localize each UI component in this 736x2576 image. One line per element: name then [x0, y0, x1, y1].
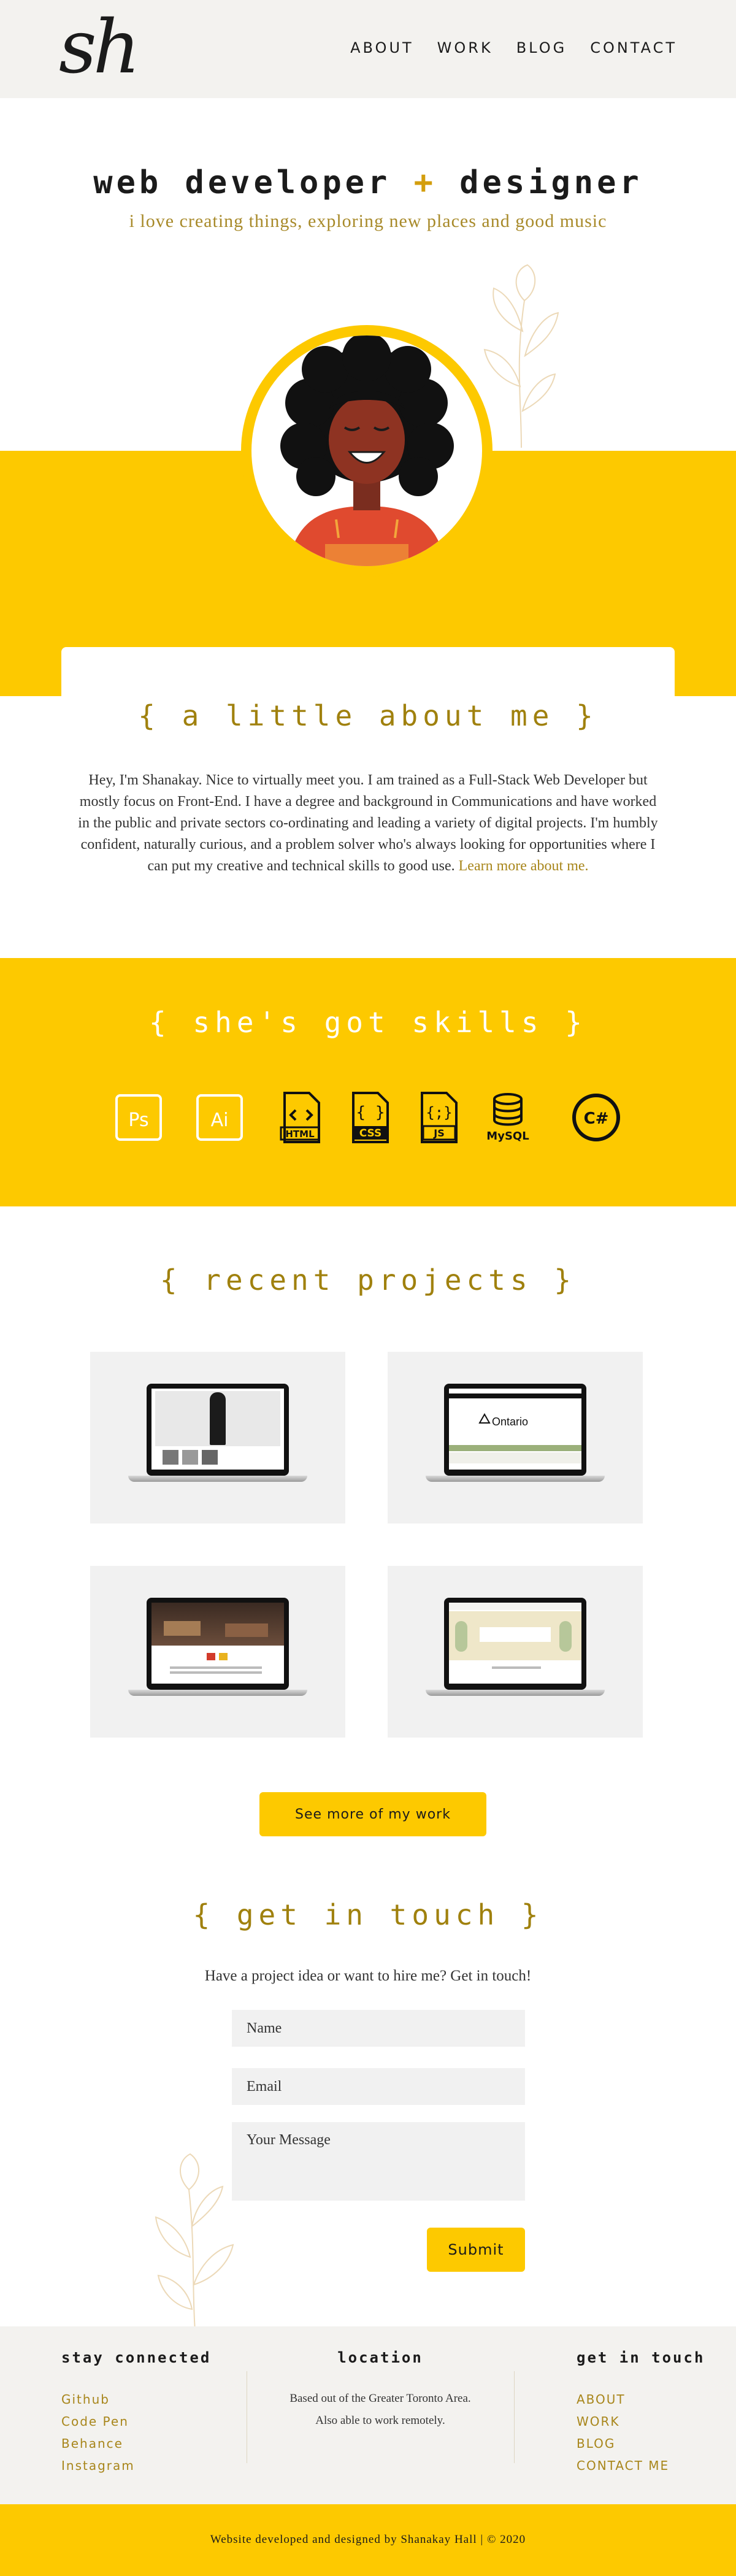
- learn-more-link[interactable]: Learn more about me.: [459, 858, 589, 874]
- skill-label: JS: [433, 1127, 444, 1139]
- contact-title: { get in touch }: [193, 1898, 543, 1931]
- screen-fashion-site: [151, 1389, 284, 1470]
- nav-contact[interactable]: CONTACT: [590, 39, 677, 56]
- project-card-fashion[interactable]: [90, 1352, 345, 1524]
- contact-lead-text: Have a project idea or want to hire me? …: [204, 1968, 532, 1984]
- see-more-work-button[interactable]: See more of my work: [259, 1792, 486, 1836]
- footer-location-line1: Based out of the Greater Toronto Area.: [289, 2392, 471, 2405]
- laptop-base: [128, 1690, 307, 1696]
- laptop-screen: [147, 1384, 289, 1476]
- skill-label: CSS: [359, 1127, 382, 1140]
- name-field[interactable]: [232, 2010, 525, 2047]
- skill-label: MySQL: [486, 1130, 529, 1143]
- screen-ontario-site: Ontario: [449, 1389, 581, 1470]
- hero-title-plus: +: [413, 164, 437, 201]
- laptop-screen: [147, 1598, 289, 1690]
- hero-title-left: web developer: [93, 164, 391, 201]
- flower-illustration: [483, 264, 559, 448]
- footer-location-title: location: [337, 2349, 423, 2366]
- skills-title: { she's got skills }: [149, 1006, 587, 1039]
- projects-title: { recent projects }: [159, 1263, 577, 1297]
- csharp-icon: C#: [572, 1094, 620, 1141]
- laptop-base: [426, 1476, 605, 1482]
- hero-subtitle: i love creating things, exploring new pl…: [129, 211, 607, 231]
- html-file-icon: HTML: [280, 1092, 320, 1143]
- footer-link-about[interactable]: ABOUT: [577, 2392, 626, 2407]
- footer-link-codepen[interactable]: Code Pen: [61, 2414, 129, 2429]
- footer-get-in-touch-title: get in touch: [577, 2349, 705, 2366]
- hero-title-right: designer: [459, 164, 643, 201]
- avatar: [251, 335, 482, 566]
- svg-text:{ }: { }: [356, 1103, 385, 1122]
- skills-section: [0, 958, 736, 1206]
- skill-label: Ps: [128, 1110, 148, 1131]
- footer-divider: [514, 2371, 515, 2463]
- js-file-icon: {;} JS: [421, 1092, 458, 1143]
- skill-label: C#: [584, 1110, 609, 1128]
- main-nav: ABOUT WORK BLOG CONTACT: [350, 39, 677, 56]
- skills-icons-row: Ps Ai HTML { } CSS {;} JS MySQL C#: [114, 1092, 629, 1143]
- copyright-text: Website developed and designed by Shanak…: [210, 2533, 526, 2546]
- message-field[interactable]: [232, 2122, 525, 2201]
- footer-link-contact-me[interactable]: CONTACT ME: [577, 2458, 669, 2473]
- footer-link-blog[interactable]: BLOG: [577, 2436, 615, 2451]
- svg-text:{;}: {;}: [426, 1104, 452, 1121]
- footer-link-work[interactable]: WORK: [577, 2414, 620, 2429]
- css-file-icon: { } CSS: [352, 1092, 389, 1143]
- flower-illustration: [155, 2153, 234, 2331]
- footer-link-instagram[interactable]: Instagram: [61, 2458, 135, 2473]
- ontario-trillium-icon: [478, 1413, 491, 1424]
- skill-label: HTML: [285, 1129, 315, 1140]
- footer-stay-connected-title: stay connected: [61, 2349, 212, 2366]
- project-card-ontario[interactable]: Ontario: [388, 1352, 643, 1524]
- laptop-base: [426, 1690, 605, 1696]
- site-logo[interactable]: sh: [59, 5, 140, 91]
- skill-label: Ai: [211, 1110, 229, 1131]
- footer-location-line2: Also able to work remotely.: [315, 2414, 445, 2427]
- screen-restaurant-site: [151, 1603, 284, 1684]
- project-card-garden[interactable]: [388, 1566, 643, 1738]
- about-title: { a little about me }: [138, 699, 598, 732]
- nav-work[interactable]: WORK: [437, 39, 493, 56]
- avatar-illustration: [280, 335, 454, 566]
- screen-garden-site: [449, 1603, 581, 1684]
- nav-about[interactable]: ABOUT: [350, 39, 414, 56]
- laptop-screen: [444, 1598, 586, 1690]
- hero-title: web developer + designer: [0, 164, 736, 201]
- illustrator-icon: Ai: [196, 1094, 243, 1141]
- project-card-restaurant[interactable]: [90, 1566, 345, 1738]
- footer-link-github[interactable]: Github: [61, 2392, 110, 2407]
- ontario-logo-text: Ontario: [492, 1416, 529, 1428]
- mysql-icon: MySQL: [486, 1093, 529, 1143]
- about-paragraph: Hey, I'm Shanakay. Nice to virtually mee…: [74, 770, 662, 877]
- nav-blog[interactable]: BLOG: [516, 39, 567, 56]
- footer-link-behance[interactable]: Behance: [61, 2436, 123, 2451]
- email-field[interactable]: [232, 2068, 525, 2105]
- laptop-screen: Ontario: [444, 1384, 586, 1476]
- photoshop-icon: Ps: [115, 1094, 162, 1141]
- laptop-base: [128, 1476, 307, 1482]
- submit-button[interactable]: Submit: [427, 2228, 525, 2272]
